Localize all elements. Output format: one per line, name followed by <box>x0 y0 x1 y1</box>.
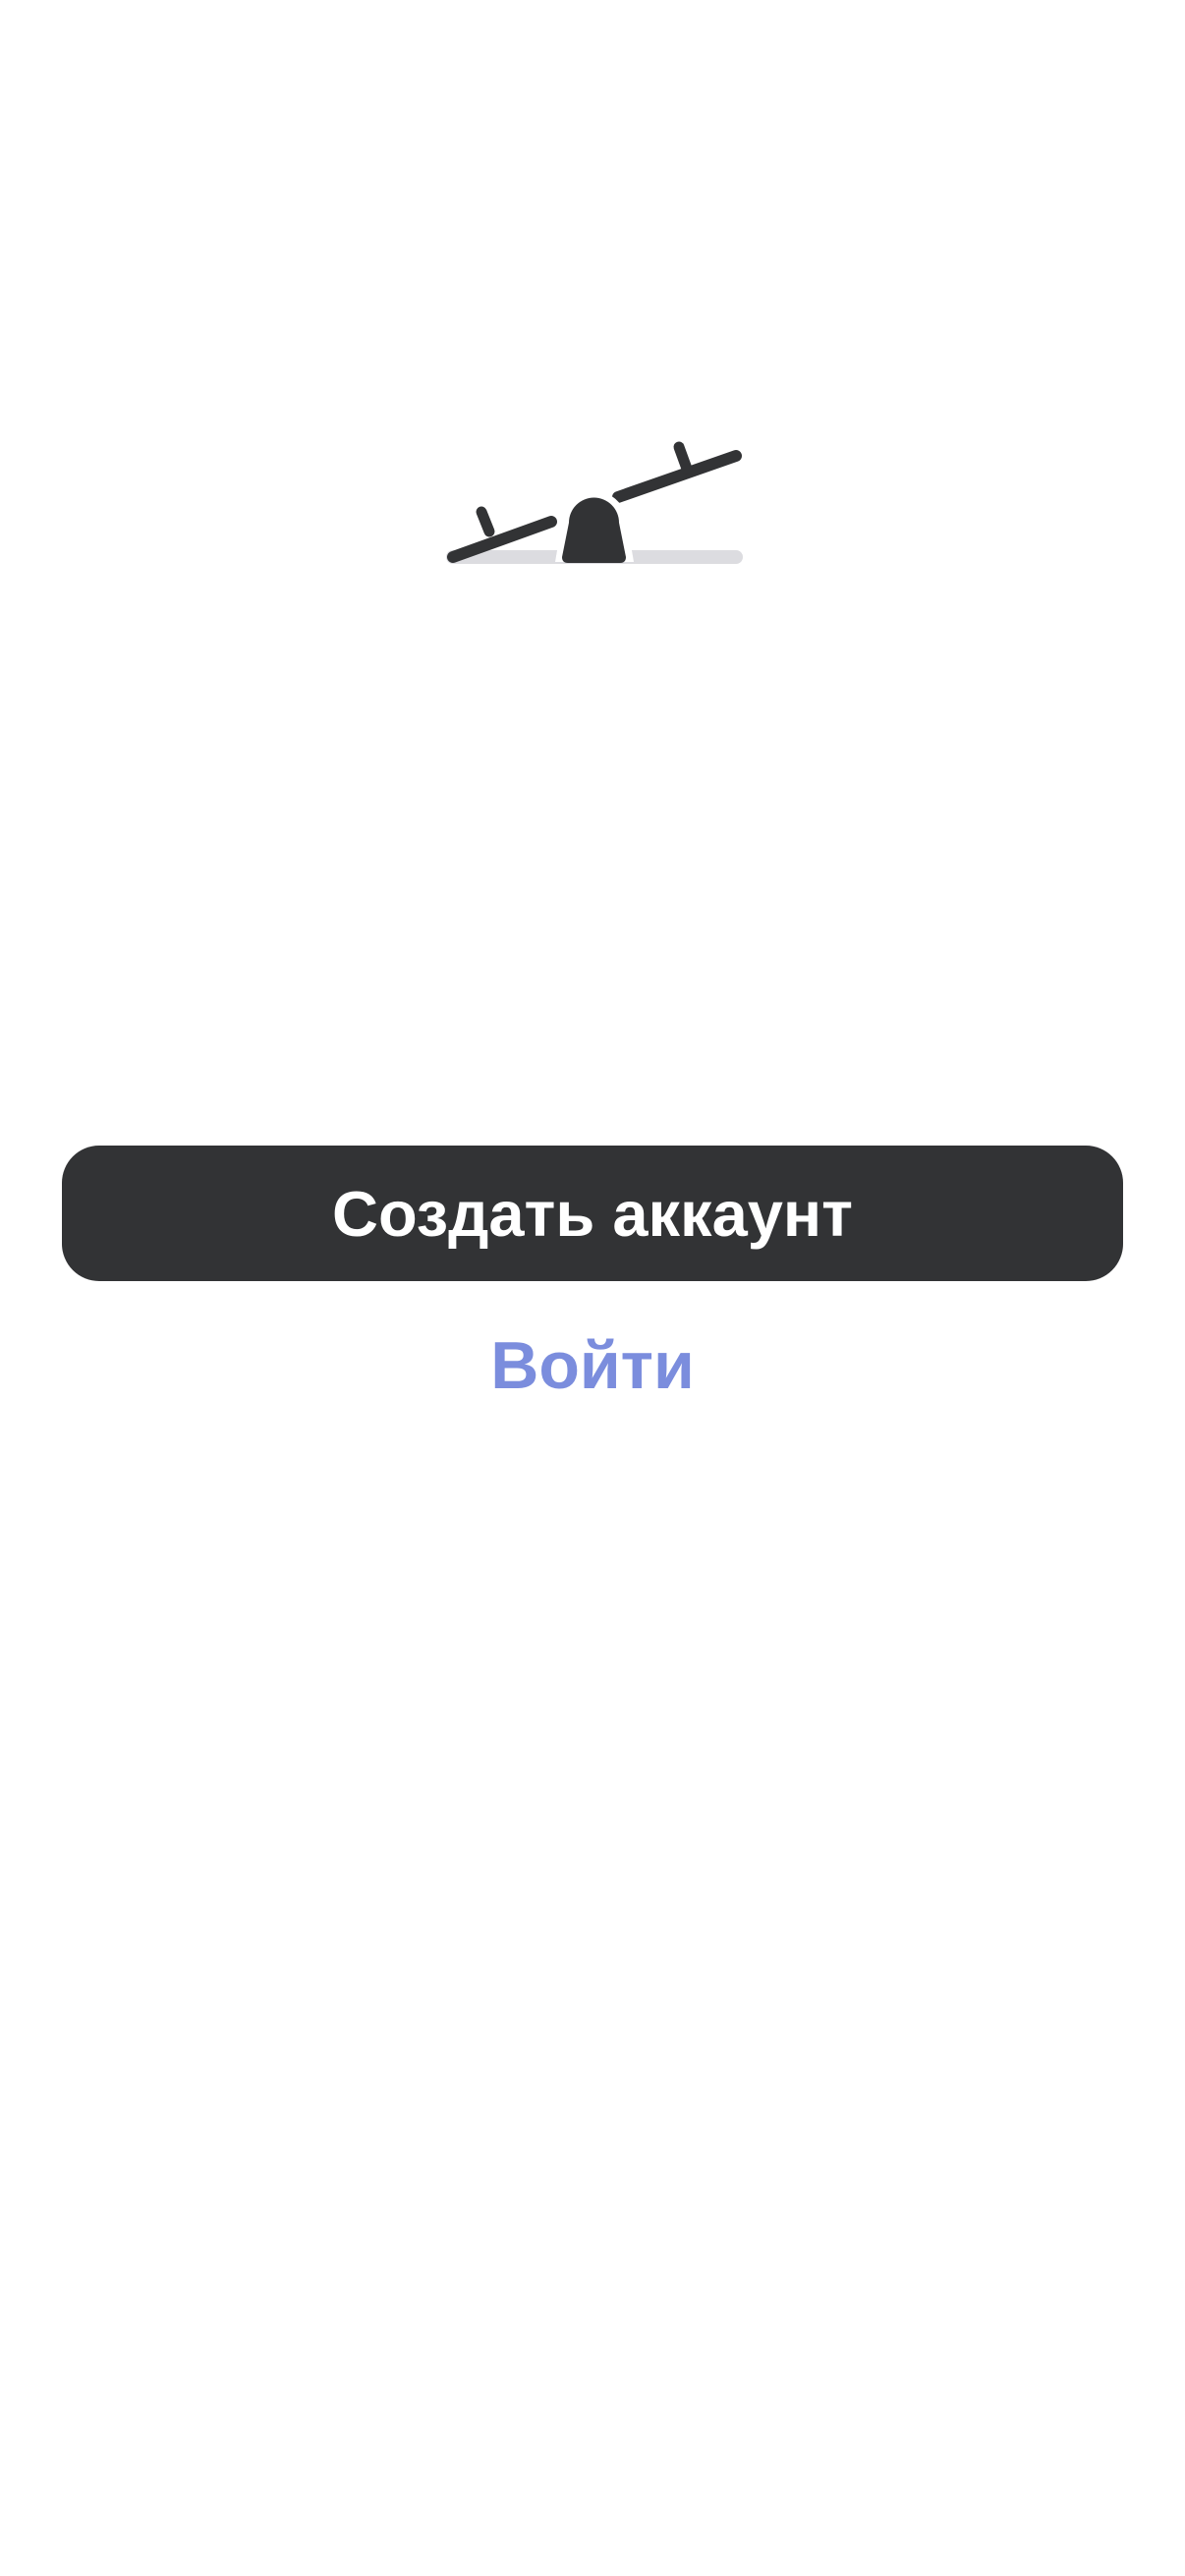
create-account-button[interactable]: Создать аккаунт <box>62 1146 1123 1281</box>
login-label: Войти <box>490 1328 695 1403</box>
login-link[interactable]: Войти <box>396 1316 789 1415</box>
welcome-screen: Создать аккаунт Войти <box>0 0 1185 2576</box>
create-account-label: Создать аккаунт <box>332 1177 853 1250</box>
seesaw-icon <box>435 425 750 578</box>
